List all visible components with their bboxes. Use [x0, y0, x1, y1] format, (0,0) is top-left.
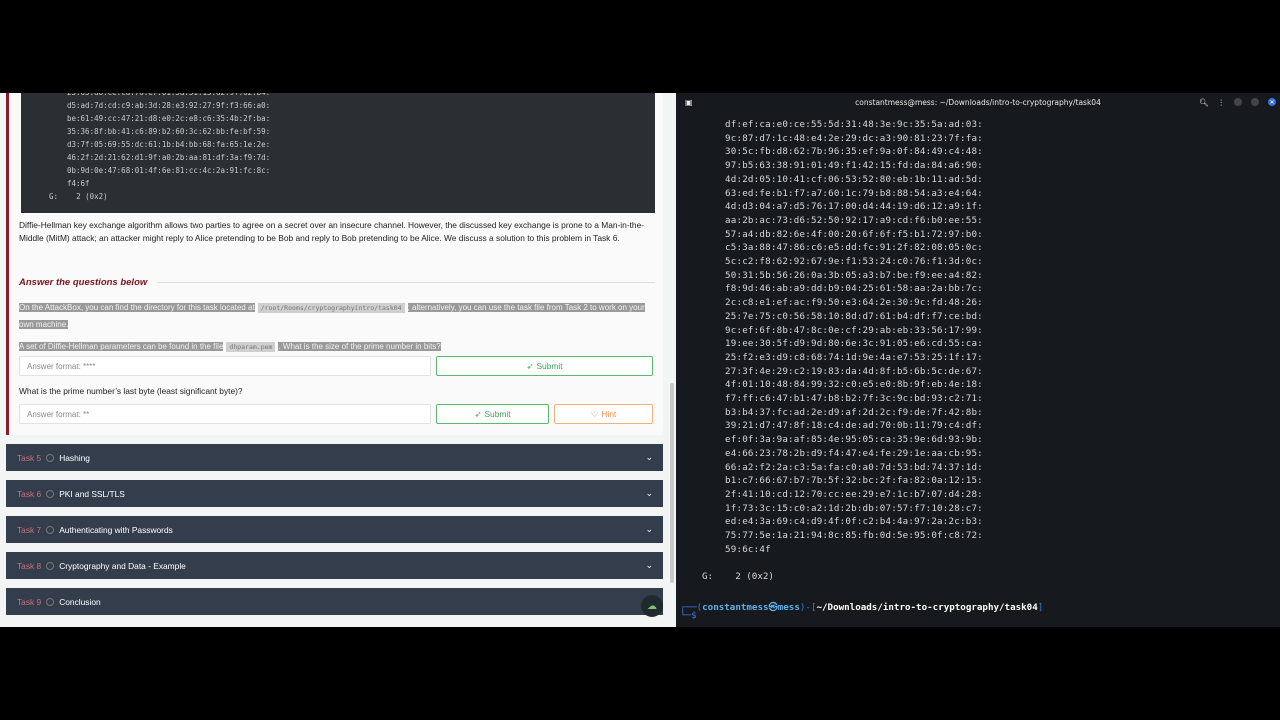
task-number: Task 7 — [17, 524, 42, 535]
task-title: Authenticating with Passwords — [59, 524, 173, 535]
chevron-down-icon: ⌄ — [645, 488, 653, 498]
hex-line: f8:9d:46:ab:a9:dd:b9:04:25:61:58:aa:2a:b… — [725, 283, 983, 295]
chevron-down-icon: ⌄ — [645, 560, 653, 570]
chevron-down-icon: ⌄ — [645, 524, 653, 534]
task-4-content: 25:65:d8:ce:ca:76:e7:01:5a:31:13:d2:9f:6… — [6, 93, 663, 435]
task-number: Task 8 — [17, 560, 42, 571]
code-line: d3:7f:05:69:55:dc:61:1b:b4:bb:68:fa:65:1… — [67, 140, 271, 149]
hex-line: 75:77:5e:1a:21:94:8c:85:fb:0d:5e:95:0f:c… — [725, 530, 983, 542]
answer-input-q2[interactable]: Answer format: **** — [19, 356, 431, 376]
hex-line: 25:f2:e3:d9:c8:68:74:1d:9e:4a:e7:53:25:1… — [725, 351, 983, 363]
task-accordion[interactable]: Task 8 Cryptography and Data - Example ⌄ — [6, 552, 663, 579]
task-accordion[interactable]: Task 5 Hashing ⌄ — [6, 444, 663, 471]
task-title: Conclusion — [59, 596, 101, 607]
status-circle-icon — [46, 525, 55, 534]
code-line: G: 2 (0x2) — [49, 192, 108, 201]
terminal-icon: ▣ — [685, 97, 693, 107]
hex-line: 19:ee:30:5f:d9:9d:80:6e:3c:91:05:e6:cd:5… — [725, 338, 983, 350]
status-circle-icon — [46, 453, 55, 462]
submit-button-q2[interactable]: ➶ Submit — [436, 356, 653, 376]
code-line: be:61:49:cc:47:21:d8:e0:2c:e8:c6:35:4b:2… — [67, 114, 271, 123]
hex-line: df:ef:ca:e0:ce:55:5d:31:48:3e:9c:35:5a:a… — [725, 119, 983, 130]
task-number: Task 5 — [17, 452, 42, 463]
task-title: PKI and SSL/TLS — [59, 488, 125, 499]
tryhackme-room-panel: 25:65:d8:ce:ca:76:e7:01:5a:31:13:d2:9f:6… — [0, 93, 676, 627]
terminal-output: df:ef:ca:e0:ce:55:5d:31:48:3e:9c:35:5a:a… — [725, 118, 983, 557]
task-accordion[interactable]: Task 9Conclusion⌄ — [6, 588, 663, 615]
send-icon: ➶ — [474, 409, 482, 419]
prompt-symbol[interactable]: └─$ — [680, 610, 697, 621]
minimize-button[interactable] — [1234, 98, 1242, 106]
hex-line: 2f:41:10:cd:12:70:cc:ee:29:e7:1c:b7:07:d… — [725, 488, 983, 500]
code-line: f4:6f — [67, 179, 90, 188]
hex-line: 25:7e:75:c0:56:58:10:8d:d7:61:b4:df:f7:c… — [725, 310, 983, 322]
task-accordion[interactable]: Task 7 Authenticating with Passwords ⌄ — [6, 516, 663, 543]
question-3: What is the prime number’s last byte (le… — [19, 386, 243, 396]
terminal-titlebar: ▣ constantmess@mess: ~/Downloads/intro-t… — [676, 93, 1280, 111]
status-circle-icon — [46, 489, 55, 498]
hex-line: 4f:01:10:48:84:99:32:c0:e5:e0:8b:9f:eb:4… — [725, 379, 983, 391]
hex-line: aa:2b:ac:73:d6:52:50:92:17:a9:cd:f6:b0:e… — [725, 214, 983, 226]
task-number: Task 6 — [17, 488, 42, 499]
hex-line: 27:3f:4e:29:c2:19:83:da:4d:8f:b5:6b:5c:d… — [725, 365, 983, 377]
hex-line: ed:e4:3a:69:c4:d9:4f:0f:c2:b4:4a:97:2a:2… — [725, 516, 983, 528]
code-line: 46:2f:2d:21:62:d1:9f:a0:2b:aa:81:df:3a:f… — [67, 153, 271, 162]
task-number: Task 9 — [17, 596, 42, 607]
task-accordion[interactable]: Task 6 PKI and SSL/TLS ⌄ — [6, 480, 663, 507]
hex-line: 57:a4:db:82:6e:4f:00:20:6f:6f:f5:b1:72:9… — [725, 228, 983, 240]
lightbulb-icon: ♡ — [590, 409, 599, 419]
code-line: d5:ad:7d:cd:c9:ab:3d:28:e3:92:27:9f:f3:6… — [67, 101, 271, 110]
hex-line: 50:31:5b:56:26:0a:3b:05:a3:b7:be:f9:ee:a… — [725, 269, 983, 281]
hex-line: 9c:ef:6f:8b:47:8c:0e:cf:29:ab:eb:33:56:1… — [725, 324, 983, 336]
hint-button[interactable]: ♡ Hint — [554, 404, 653, 424]
search-icon[interactable]: 🔍︎ — [1199, 98, 1209, 107]
hex-line: 30:5c:fb:d8:62:7b:96:35:ef:9a:0f:84:49:c… — [725, 146, 983, 158]
shell-prompt: ┌──(constantmess㉿mess)-[~/Downloads/intr… — [680, 602, 1044, 613]
menu-icon[interactable]: ⋮ — [1218, 98, 1226, 107]
hex-line: e4:66:23:78:2b:d9:f4:47:e4:fe:29:1e:aa:c… — [725, 447, 983, 459]
hex-line: 66:a2:f2:2a:c3:5a:fa:c0:a0:7d:53:bd:74:3… — [725, 461, 983, 473]
scrollbar[interactable] — [670, 383, 674, 583]
hex-line: c5:3a:88:47:86:c6:e5:dd:fc:91:2f:82:08:0… — [725, 242, 983, 254]
submit-button-q3[interactable]: ➶ Submit — [436, 404, 549, 424]
status-circle-icon — [46, 597, 55, 606]
hex-line: b1:c7:66:67:b7:7b:5f:32:bc:2f:fa:82:0a:1… — [725, 475, 983, 487]
hex-line: 4d:2d:05:10:41:cf:06:53:52:80:eb:1b:11:a… — [725, 173, 983, 185]
code-line: 0b:9d:0e:47:68:01:4f:6e:81:cc:4c:2a:91:f… — [67, 166, 271, 175]
hex-line: 39:21:d7:47:8f:18:c4:de:ad:70:0b:11:79:c… — [725, 420, 983, 432]
generator-line: G: 2 (0x2) — [702, 571, 774, 582]
hex-line: 5c:c2:f8:62:92:67:9e:f1:53:24:c0:76:f1:3… — [725, 256, 983, 268]
hex-line: 4d:d3:04:a7:d5:76:17:00:d4:44:19:d6:12:a… — [725, 201, 983, 213]
terminal-window[interactable]: ▣ constantmess@mess: ~/Downloads/intro-t… — [676, 93, 1280, 627]
close-button[interactable]: ✕ — [1268, 98, 1276, 106]
hex-line: 2c:c8:e1:ef:ac:f9:50:e3:64:2e:30:9c:fd:4… — [725, 297, 983, 309]
hex-line: 1f:73:3c:15:c0:a2:1d:2b:db:07:57:f7:10:2… — [725, 502, 983, 514]
send-icon: ➶ — [526, 361, 534, 371]
chevron-down-icon: ⌄ — [645, 452, 653, 462]
question-1: On the AttackBox, you can find the direc… — [19, 303, 645, 329]
hex-line: 59:6c:4f — [725, 543, 771, 555]
answer-heading: Answer the questions below — [19, 277, 655, 288]
hex-line: ef:0f:3a:9a:af:85:4e:95:05:ca:35:9e:6d:9… — [725, 434, 983, 446]
hex-line: b3:b4:37:fc:ad:2e:d9:af:2d:2c:f9:de:7f:4… — [725, 406, 983, 418]
status-circle-icon — [46, 561, 55, 570]
chat-assistant-button[interactable]: ☁ — [641, 595, 663, 617]
terminal-title: constantmess@mess: ~/Downloads/intro-to-… — [855, 97, 1101, 107]
task-description: Diffie-Hellman key exchange algorithm al… — [19, 220, 645, 243]
task-title: Hashing — [59, 452, 90, 463]
code-line: 35:36:8f:bb:41:c6:89:b2:60:3c:62:bb:fe:b… — [67, 127, 271, 136]
hex-line: 63:ed:fe:b1:f7:a7:60:1c:79:b8:88:54:a3:e… — [725, 187, 983, 199]
maximize-button[interactable] — [1251, 98, 1259, 106]
hex-line: 9c:87:d7:1c:48:e4:2e:29:dc:a3:90:81:23:7… — [725, 132, 983, 144]
hex-line: f7:ff:c6:47:b1:47:b8:b2:7f:3c:9c:bd:93:c… — [725, 393, 983, 405]
hex-line: 97:b5:63:38:91:01:49:f1:42:15:fd:da:84:a… — [725, 160, 983, 172]
answer-input-q3[interactable]: Answer format: ** — [19, 404, 431, 424]
question-2: A set of Diffie-Hellman parameters can b… — [19, 342, 441, 352]
task-title: Cryptography and Data - Example — [59, 560, 186, 571]
code-block: 25:65:d8:ce:ca:76:e7:01:5a:31:13:d2:9f:6… — [21, 93, 655, 213]
